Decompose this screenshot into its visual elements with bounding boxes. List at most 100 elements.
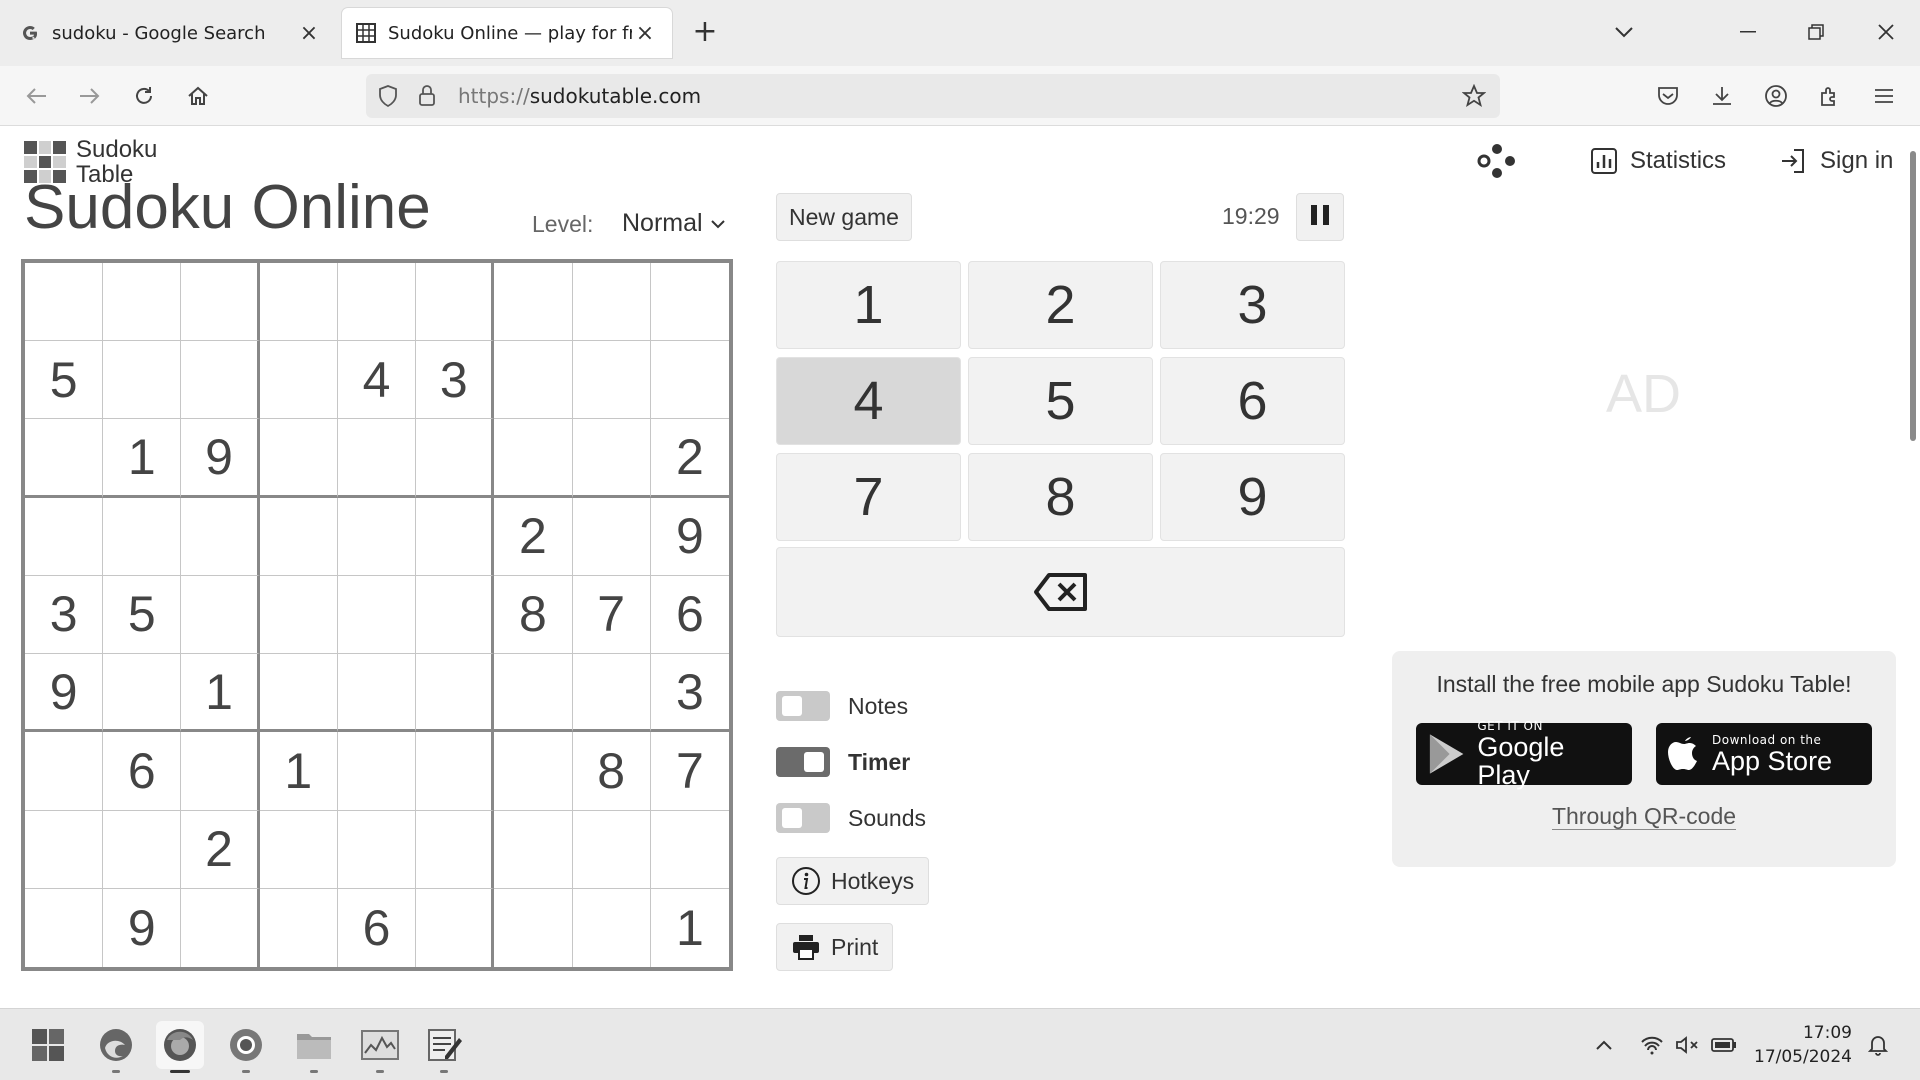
sudoku-cell-r6c1[interactable]: 9 — [25, 654, 104, 733]
statistics-link[interactable]: Statistics — [1590, 147, 1726, 175]
back-arrow-icon[interactable] — [16, 76, 56, 116]
sudoku-cell-r7c7[interactable] — [494, 732, 573, 811]
sudoku-cell-r4c8[interactable] — [572, 497, 651, 576]
sudoku-cell-r9c9[interactable]: 1 — [651, 889, 729, 967]
sudoku-cell-r9c6[interactable] — [416, 888, 495, 967]
sudoku-cell-r6c6[interactable] — [416, 654, 495, 733]
number-button-4[interactable]: 4 — [776, 357, 961, 445]
sudoku-cell-r2c3[interactable] — [181, 341, 260, 420]
google-play-button[interactable]: GET IT ON Google Play — [1416, 719, 1632, 789]
sudoku-cell-r6c9[interactable]: 3 — [650, 654, 729, 733]
sudoku-cell-r4c9[interactable]: 9 — [650, 498, 729, 576]
sudoku-cell-r2c5[interactable]: 4 — [337, 341, 417, 420]
sudoku-cell-r1c7[interactable] — [494, 263, 573, 342]
sudoku-cell-r7c5[interactable] — [337, 732, 417, 811]
sudoku-cell-r4c3[interactable] — [181, 497, 260, 576]
account-icon[interactable] — [1756, 76, 1796, 116]
tab-google-search[interactable]: sudoku - Google Search × — [6, 8, 336, 58]
chevron-up-icon[interactable] — [1590, 1031, 1618, 1059]
list-all-tabs-icon[interactable] — [1604, 12, 1644, 52]
system-monitor-icon[interactable] — [356, 1021, 404, 1073]
sudoku-cell-r7c3[interactable] — [181, 732, 260, 811]
sudoku-cell-r7c8[interactable]: 8 — [572, 732, 651, 811]
sudoku-cell-r2c7[interactable] — [494, 341, 573, 420]
sudoku-cell-r4c1[interactable] — [25, 497, 104, 576]
sudoku-cell-r3c4[interactable] — [259, 419, 338, 498]
hamburger-menu-icon[interactable] — [1864, 76, 1904, 116]
number-button-8[interactable]: 8 — [968, 453, 1153, 541]
sudoku-cell-r5c3[interactable] — [181, 575, 260, 655]
sudoku-cell-r9c8[interactable] — [573, 888, 651, 967]
erase-button[interactable] — [776, 547, 1345, 637]
sudoku-cell-r5c9[interactable]: 6 — [650, 576, 729, 655]
new-tab-button[interactable]: + — [688, 16, 722, 50]
hotkeys-button[interactable]: Hotkeys — [776, 857, 930, 905]
lock-icon[interactable] — [418, 84, 436, 110]
sudoku-cell-r6c5[interactable] — [337, 654, 417, 733]
sudoku-cell-r6c7[interactable] — [494, 654, 573, 733]
sudoku-cell-r4c5[interactable] — [337, 497, 417, 576]
sudoku-cell-r3c9[interactable]: 2 — [650, 419, 729, 498]
close-window-icon[interactable] — [1866, 12, 1906, 52]
sudoku-cell-r9c3[interactable] — [181, 888, 260, 967]
file-explorer-icon[interactable] — [290, 1021, 338, 1073]
sudoku-cell-r2c4[interactable] — [259, 341, 338, 420]
close-tab-icon[interactable]: × — [632, 20, 658, 46]
sudoku-cell-r8c6[interactable] — [416, 810, 495, 889]
notes-switch[interactable] — [776, 691, 830, 721]
sudoku-cell-r1c1[interactable] — [25, 263, 104, 342]
sudoku-cell-r4c6[interactable] — [416, 497, 495, 576]
sudoku-cell-r1c3[interactable] — [181, 263, 260, 342]
sudoku-cell-r4c7[interactable]: 2 — [494, 497, 573, 576]
sudoku-cell-r2c8[interactable] — [572, 341, 651, 420]
number-button-2[interactable]: 2 — [968, 261, 1153, 349]
sudoku-cell-r3c7[interactable] — [494, 419, 573, 498]
sudoku-cell-r6c2[interactable] — [103, 654, 182, 733]
url-text[interactable]: https://sudokutable.com — [458, 84, 701, 108]
sudoku-cell-r8c5[interactable] — [337, 810, 417, 889]
sudoku-cell-r8c8[interactable] — [572, 810, 651, 889]
sudoku-cell-r5c6[interactable] — [416, 575, 495, 655]
timer-toggle[interactable]: Timer — [776, 747, 910, 777]
number-button-9[interactable]: 9 — [1160, 453, 1345, 541]
sudoku-cell-r2c1[interactable]: 5 — [25, 341, 104, 420]
number-button-1[interactable]: 1 — [776, 261, 961, 349]
sudoku-cell-r6c3[interactable]: 1 — [181, 654, 260, 733]
level-select[interactable]: Normal — [622, 209, 725, 238]
sounds-switch[interactable] — [776, 803, 830, 833]
timer-switch[interactable] — [776, 747, 830, 777]
sudoku-cell-r1c8[interactable] — [572, 263, 651, 342]
restore-icon[interactable] — [1796, 12, 1836, 52]
address-bar[interactable]: https://sudokutable.com — [366, 74, 1500, 118]
sudoku-cell-r5c4[interactable] — [259, 575, 338, 655]
sudoku-cell-r3c3[interactable]: 9 — [181, 419, 260, 498]
bookmark-star-icon[interactable] — [1461, 83, 1487, 112]
sudoku-cell-r2c2[interactable] — [103, 341, 182, 420]
sudoku-cell-r7c1[interactable] — [25, 732, 104, 811]
app-store-button[interactable]: Download on the App Store — [1656, 723, 1872, 785]
edge-browser-icon[interactable] — [92, 1021, 140, 1073]
pause-button[interactable] — [1296, 193, 1344, 241]
sudoku-cell-r5c8[interactable]: 7 — [572, 575, 651, 655]
sudoku-cell-r9c4[interactable] — [260, 888, 338, 967]
notification-bell-icon[interactable] — [1864, 1031, 1892, 1059]
forward-arrow-icon[interactable] — [70, 76, 110, 116]
number-button-7[interactable]: 7 — [776, 453, 961, 541]
sudoku-cell-r5c7[interactable]: 8 — [494, 575, 573, 655]
sudoku-cell-r3c8[interactable] — [572, 419, 651, 498]
sounds-toggle[interactable]: Sounds — [776, 803, 926, 833]
sudoku-cell-r7c2[interactable]: 6 — [103, 732, 182, 811]
sudoku-cell-r1c4[interactable] — [259, 263, 338, 342]
text-editor-icon[interactable] — [420, 1021, 468, 1073]
sudoku-cell-r2c6[interactable]: 3 — [416, 341, 495, 420]
tab-sudoku-online[interactable]: Sudoku Online — play for free online × — [342, 8, 672, 58]
sudoku-cell-r7c6[interactable] — [416, 732, 495, 811]
notes-toggle[interactable]: Notes — [776, 691, 908, 721]
sudoku-cell-r1c9[interactable] — [650, 263, 729, 342]
qr-code-link[interactable]: Through QR-code — [1392, 803, 1896, 830]
sudoku-cell-r5c1[interactable]: 3 — [25, 575, 104, 655]
sudoku-cell-r6c8[interactable] — [572, 654, 651, 733]
sudoku-cell-r3c1[interactable] — [25, 419, 104, 498]
sudoku-cell-r4c2[interactable] — [103, 497, 182, 576]
chrome-icon[interactable] — [222, 1021, 270, 1073]
